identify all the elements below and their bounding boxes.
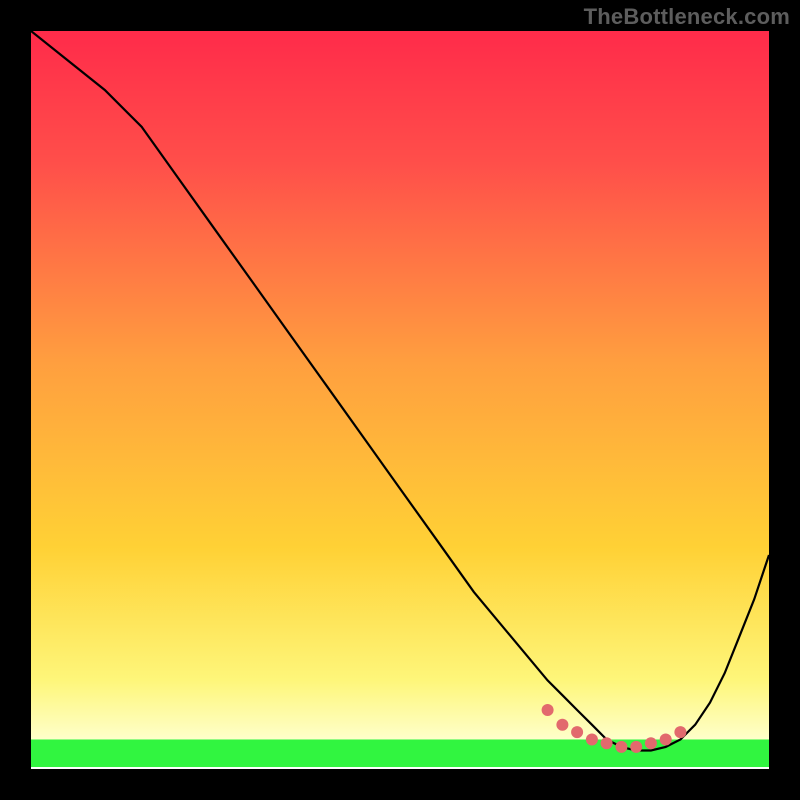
white-band: [31, 767, 769, 769]
marker-dot: [571, 726, 583, 738]
marker-dot: [660, 734, 672, 746]
marker-dot: [542, 704, 554, 716]
marker-dot: [615, 741, 627, 753]
marker-dot: [586, 734, 598, 746]
chart-frame: TheBottleneck.com: [0, 0, 800, 800]
chart-svg: [31, 31, 769, 769]
watermark-text: TheBottleneck.com: [584, 4, 790, 30]
gradient-background: [31, 31, 769, 769]
marker-dot: [630, 741, 642, 753]
plot-area: [31, 31, 769, 769]
marker-dot: [674, 726, 686, 738]
marker-dot: [601, 737, 613, 749]
marker-dot: [556, 719, 568, 731]
marker-dot: [645, 737, 657, 749]
green-band: [31, 739, 769, 769]
